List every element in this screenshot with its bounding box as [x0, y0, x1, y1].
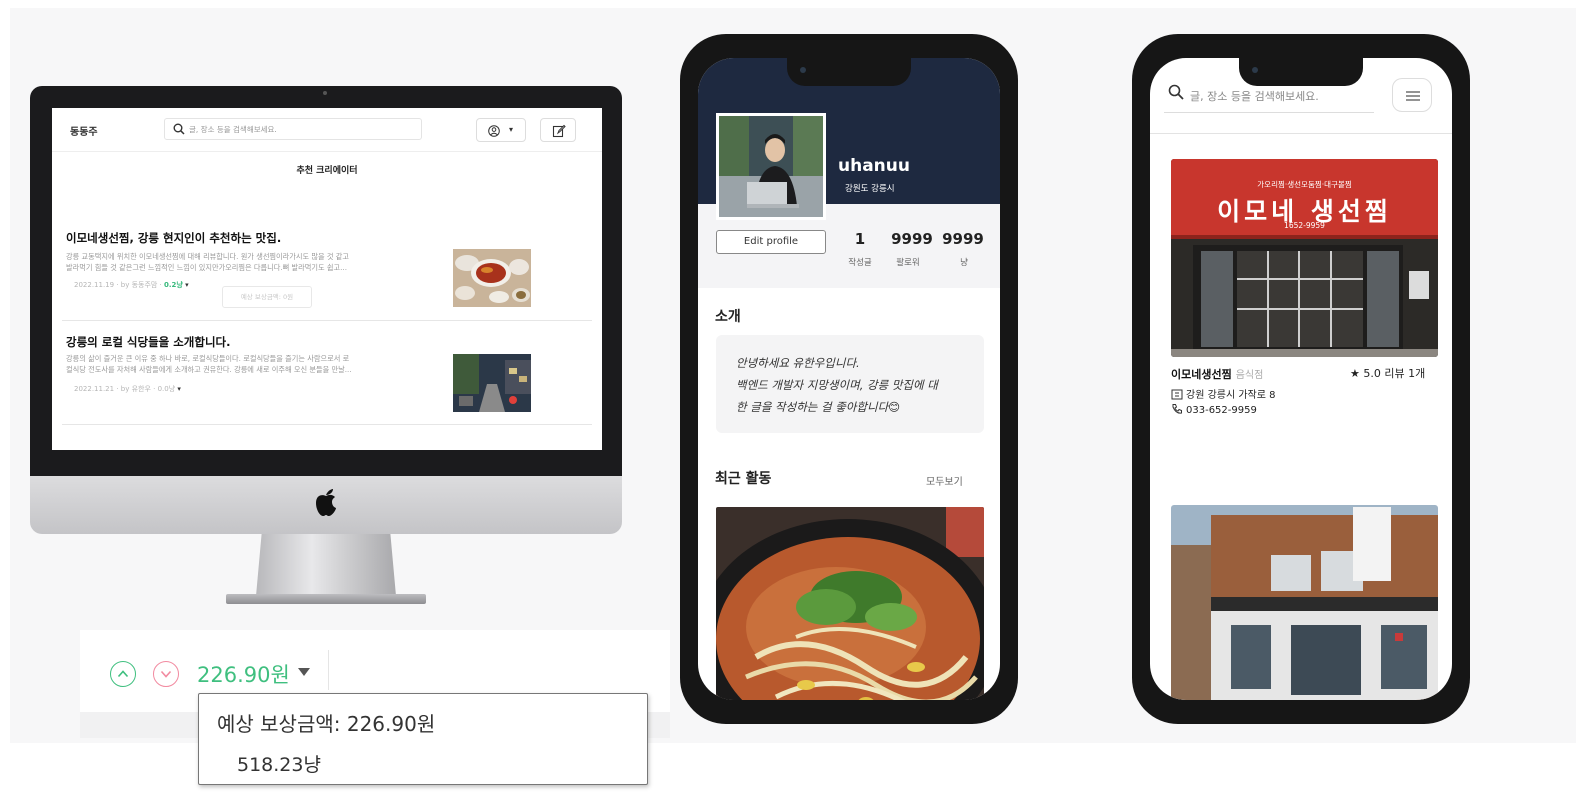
- edit-icon: [552, 124, 566, 138]
- upvote-button[interactable]: [110, 661, 136, 687]
- write-post-button[interactable]: [540, 118, 576, 142]
- stat-followers-count[interactable]: 9999: [882, 230, 942, 248]
- reward-estimate-button[interactable]: 예상 보상금액: 0원: [222, 286, 312, 308]
- app-logo[interactable]: 동동주: [70, 123, 98, 138]
- post-meta-text: 2022.11.21 · by 유한우 ·: [74, 385, 156, 393]
- showcase-canvas: 동동주 글, 장소 등을 검색해보세요. ▾ 추천 크리에이터 이모네생선찜, …: [0, 0, 1586, 796]
- place-title: 이모네생선찜: [1171, 368, 1232, 381]
- apple-logo-icon: [316, 489, 336, 516]
- tooltip-nyang-value: 518.23냥: [237, 754, 321, 776]
- post-thumbnail[interactable]: [453, 249, 531, 307]
- avatar-photo: [719, 116, 823, 217]
- downvote-button[interactable]: [153, 661, 179, 687]
- search-icon[interactable]: [1168, 84, 1184, 100]
- post-divider: [62, 320, 592, 321]
- search-underline: [1164, 112, 1374, 113]
- imac-stand: [256, 534, 396, 596]
- search-screen: 글, 장소 등을 검색해보세요. 가오리찜·생선모둠찜·대구볼찜 이모네 생선찜…: [1150, 58, 1452, 700]
- place-category: 음식점: [1235, 370, 1264, 381]
- chevron-down-icon: [160, 670, 172, 678]
- search-placeholder: 글, 장소 등을 검색해보세요.: [189, 125, 277, 134]
- place-rating: ★ 5.0 리뷰 1개: [1350, 367, 1426, 380]
- post-reward[interactable]: 0.0냥: [158, 385, 176, 393]
- stat-nyang-count[interactable]: 9999: [938, 230, 988, 248]
- phone-camera: [800, 67, 806, 73]
- desktop-search-input[interactable]: 글, 장소 등을 검색해보세요.: [164, 118, 422, 140]
- phone-icon: [1172, 404, 1182, 414]
- intro-line: 한 글을 작성하는 걸 좋아합니다😊: [736, 400, 901, 414]
- caret-down-icon[interactable]: ▾: [177, 385, 181, 393]
- stat-nyang-label: 냥: [960, 258, 968, 268]
- activity-photo[interactable]: [716, 507, 984, 700]
- post-meta: 2022.11.19 · by 동동주맘 · 0.2냥 ▾: [74, 280, 189, 290]
- post-excerpt: 강릉의 삶이 즐거운 큰 이유 중 하나 바로, 로컬식당들이다. 로컬식당들을…: [66, 354, 350, 363]
- sign-phone: 1652-9959: [1284, 221, 1325, 230]
- post-reward[interactable]: 0.2냥: [164, 281, 183, 289]
- post-excerpt: 발라먹기 힘들 것 같은그런 느낌적인 느낌이 있지만가오리찜은 다릅니다.뼈 …: [66, 263, 347, 272]
- stat-posts-count[interactable]: 1: [848, 230, 872, 248]
- building-icon: [1171, 389, 1183, 400]
- stat-followers-label: 팔로워: [896, 258, 920, 268]
- post-title[interactable]: 강릉의 로컬 식당들을 소개합니다.: [66, 334, 231, 350]
- phone-notch: [1239, 58, 1363, 86]
- edit-profile-button[interactable]: Edit profile: [716, 230, 826, 254]
- header-divider: [1150, 133, 1452, 134]
- chevron-up-icon: [117, 670, 129, 678]
- search-input[interactable]: 글, 장소 등을 검색해보세요.: [1190, 88, 1319, 104]
- desktop-header: 동동주 글, 장소 등을 검색해보세요. ▾: [52, 108, 602, 152]
- imac-camera: [323, 91, 327, 95]
- place-address: 강원 강릉시 가작로 8: [1171, 386, 1276, 401]
- phone-mockup-search: 글, 장소 등을 검색해보세요. 가오리찜·생선모둠찜·대구볼찜 이모네 생선찜…: [1132, 34, 1470, 724]
- phone-number: 033-652-9959: [1186, 405, 1257, 416]
- recent-activity-heading: 최근 활동: [715, 471, 772, 487]
- reward-separator: [328, 650, 329, 690]
- phone-notch: [787, 58, 911, 86]
- profile-location: 강원도 강릉시: [845, 184, 895, 194]
- menu-button[interactable]: [1392, 78, 1432, 112]
- stat-posts-label: 작성글: [848, 258, 872, 268]
- section-title: 추천 크리에이터: [296, 166, 358, 176]
- reward-amount[interactable]: 226.90원: [197, 659, 290, 689]
- intro-heading: 소개: [715, 309, 741, 325]
- profile-username: uhanuu: [838, 156, 910, 176]
- post-divider: [62, 424, 592, 425]
- imac-stand-foot: [226, 594, 426, 604]
- post-excerpt: 컬식당 전도사를 자처해 사람들에게 소개하고 권유한다. 강릉에 새로 이주해…: [66, 365, 352, 374]
- place-phone[interactable]: 033-652-9959: [1171, 403, 1257, 416]
- sign-subtext: 가오리찜·생선모둠찜·대구볼찜: [1257, 180, 1352, 189]
- place-photo[interactable]: [1171, 505, 1438, 700]
- post-excerpt: 강릉 교동택지에 위치한 이모네생선찜에 대해 리뷰합니다. 원가 생선찜이라가…: [66, 252, 350, 261]
- caret-down-icon[interactable]: [298, 668, 310, 676]
- avatar[interactable]: [716, 113, 826, 220]
- address-text: 강원 강릉시 가작로 8: [1186, 390, 1276, 401]
- phone-mockup-profile: uhanuu 강원도 강릉시 Edit profile 1 작성글 9999 팔…: [680, 34, 1018, 724]
- search-icon: [173, 123, 185, 135]
- chevron-down-icon: ▾: [509, 125, 514, 134]
- profile-menu-button[interactable]: ▾: [476, 118, 526, 142]
- post-thumbnail[interactable]: [453, 354, 531, 412]
- intro-box: 안녕하세요 유한우입니다. 백엔드 개발자 지망생이며, 강릉 맛집에 대 한 …: [716, 335, 984, 433]
- see-all-link[interactable]: 모두보기: [926, 473, 963, 488]
- intro-line: 안녕하세요 유한우입니다.: [736, 356, 860, 370]
- profile-screen: uhanuu 강원도 강릉시 Edit profile 1 작성글 9999 팔…: [698, 58, 1000, 700]
- tooltip-estimated-reward: 예상 보상금액: 226.90원: [217, 712, 436, 736]
- place-photo[interactable]: 가오리찜·생선모둠찜·대구볼찜 이모네 생선찜 1652-9959: [1171, 159, 1438, 357]
- desktop-web-app: 동동주 글, 장소 등을 검색해보세요. ▾ 추천 크리에이터 이모네생선찜, …: [52, 108, 602, 450]
- hamburger-icon: [1406, 91, 1420, 101]
- intro-line: 백엔드 개발자 지망생이며, 강릉 맛집에 대: [736, 378, 938, 392]
- post-title[interactable]: 이모네생선찜, 강릉 현지인이 추천하는 맛집.: [66, 230, 281, 246]
- user-icon: [488, 125, 500, 137]
- post-meta-text: 2022.11.19 · by 동동주맘 ·: [74, 281, 162, 289]
- place-name[interactable]: 이모네생선찜 음식점: [1171, 366, 1263, 382]
- reward-tooltip: 예상 보상금액: 226.90원 518.23냥: [198, 693, 648, 785]
- caret-down-icon[interactable]: ▾: [185, 281, 189, 289]
- phone-camera: [1252, 67, 1258, 73]
- post-meta: 2022.11.21 · by 유한우 · 0.0냥 ▾: [74, 384, 181, 394]
